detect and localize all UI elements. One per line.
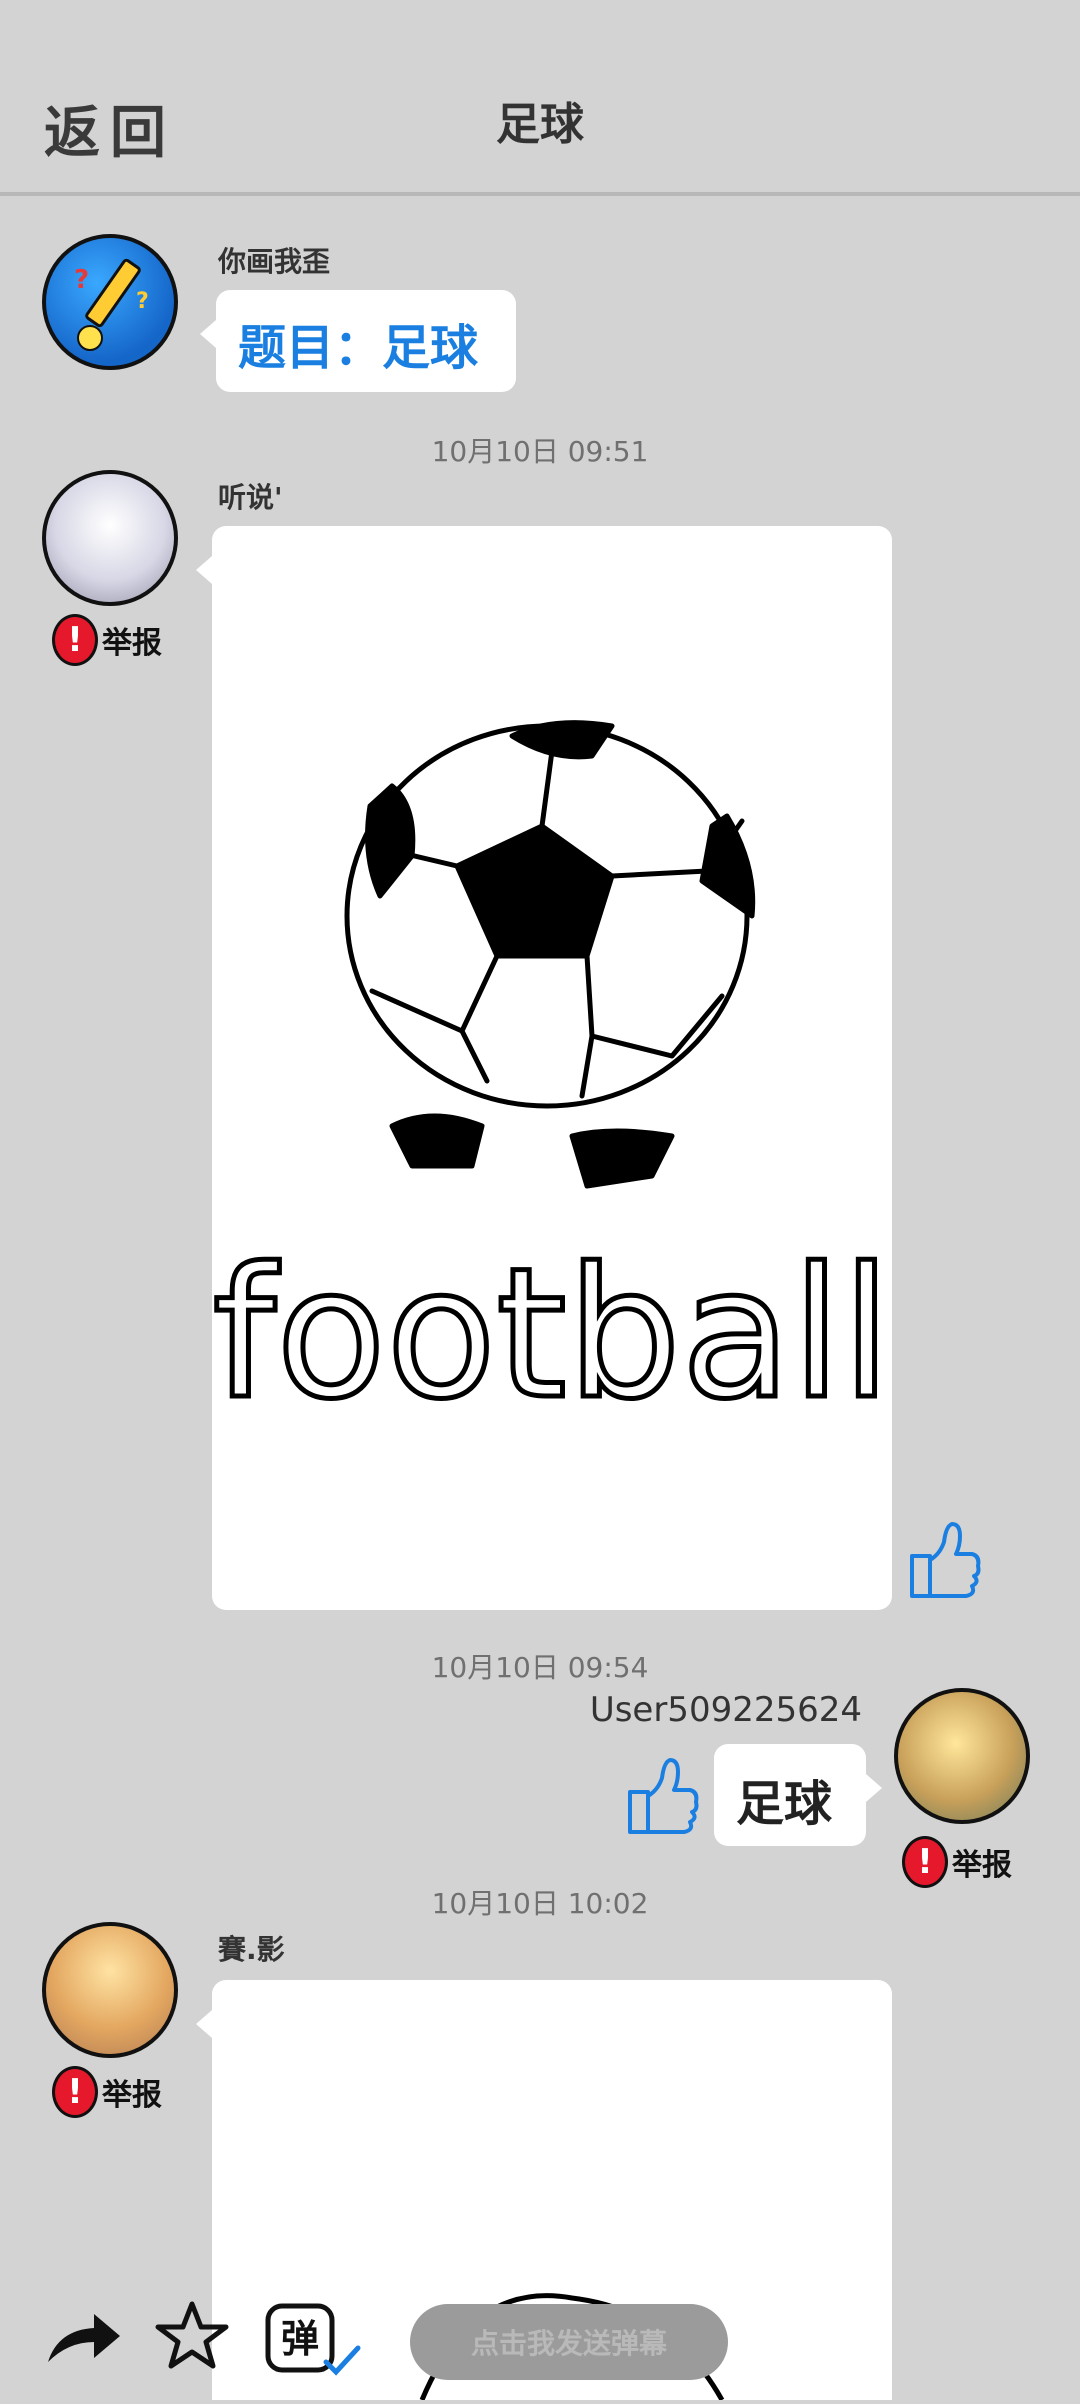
- report-button[interactable]: ! 举报: [52, 2066, 162, 2118]
- avatar-bot[interactable]: ? ?: [42, 234, 178, 370]
- sender-name: User509225624: [589, 1690, 862, 1730]
- avatar-user[interactable]: [42, 1922, 178, 2058]
- prompt-text: 题目：足球: [238, 320, 479, 376]
- svg-text:?: ?: [136, 289, 149, 314]
- thumbs-up-icon[interactable]: [624, 1752, 700, 1838]
- header-bar: 返回 足球: [0, 0, 1080, 196]
- share-button[interactable]: [44, 2306, 124, 2374]
- warning-icon: !: [52, 614, 98, 666]
- star-icon: [155, 2301, 229, 2369]
- prompt-bubble: 题目：足球: [200, 290, 516, 392]
- report-button[interactable]: ! 举报: [52, 614, 162, 666]
- pencil-logo-icon: ? ?: [74, 258, 149, 351]
- avatar-user[interactable]: [42, 470, 178, 606]
- sender-name: 賽.影: [218, 1933, 285, 1966]
- warning-icon: !: [902, 1836, 948, 1888]
- drawing-caption: football: [213, 1230, 892, 1439]
- sender-name: 听说': [218, 481, 283, 514]
- svg-text:?: ?: [74, 265, 89, 295]
- danmaku-toggle-icon: 弹: [265, 2303, 361, 2376]
- timestamp: 10月10日 10:02: [431, 1887, 649, 1920]
- timestamp: 10月10日 09:51: [431, 435, 649, 468]
- guess-bubble: 足球: [714, 1744, 882, 1846]
- favorite-button[interactable]: [154, 2298, 230, 2378]
- danmaku-input[interactable]: 点击我发送弹幕: [410, 2304, 728, 2380]
- timestamp: 10月10日 09:54: [431, 1651, 649, 1684]
- danmaku-toggle-button[interactable]: 弹: [262, 2300, 362, 2384]
- svg-text:弹: 弹: [281, 2317, 319, 2361]
- share-arrow-icon: [48, 2314, 120, 2362]
- sender-name: 你画我歪: [218, 245, 331, 278]
- warning-icon: !: [52, 2066, 98, 2118]
- header-divider: [0, 192, 1080, 196]
- report-button[interactable]: ! 举报: [902, 1836, 1012, 1888]
- report-label: 举报: [952, 1848, 1012, 1883]
- thumbs-up-icon[interactable]: [906, 1516, 982, 1602]
- report-label: 举报: [102, 2078, 162, 2113]
- drawing-bubble[interactable]: football: [196, 526, 894, 1610]
- report-label: 举报: [102, 626, 162, 661]
- guess-text: 足球: [736, 1776, 833, 1832]
- drawing-canvas: football: [210, 720, 894, 1442]
- page-title: 足球: [496, 99, 584, 150]
- avatar-user[interactable]: [894, 1688, 1030, 1824]
